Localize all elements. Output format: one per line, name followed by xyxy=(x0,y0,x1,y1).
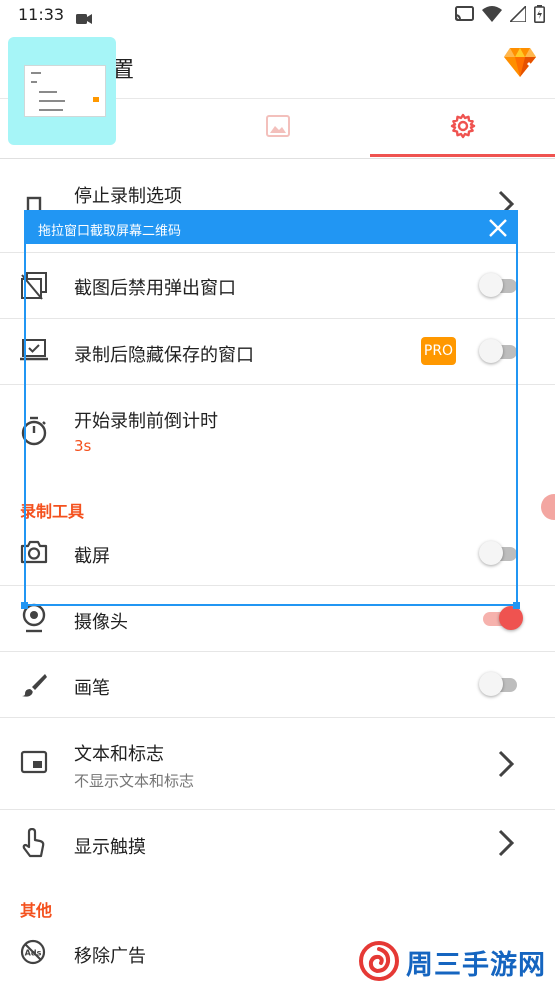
tab-settings[interactable] xyxy=(370,99,555,157)
section-header-other: 其他 xyxy=(20,901,53,920)
status-icons xyxy=(454,4,545,27)
toggle-knob xyxy=(479,541,503,565)
picture-in-picture-icon xyxy=(20,750,48,778)
wifi-icon xyxy=(482,6,502,26)
setting-camera[interactable]: 摄像头 xyxy=(0,586,555,651)
hide-window-toggle[interactable] xyxy=(479,339,521,363)
setting-subtitle: 不显示文本和标志 xyxy=(74,772,195,790)
status-bar: 11:33 xyxy=(0,0,555,32)
resize-handle-bottom-left[interactable] xyxy=(21,602,28,609)
setting-title: 停止录制选项 xyxy=(74,186,182,207)
disable-popup-toggle[interactable] xyxy=(479,273,521,297)
camera-toggle[interactable] xyxy=(479,606,523,630)
brush-toggle[interactable] xyxy=(479,672,521,696)
overlay-title-bar[interactable]: 拖拉窗口截取屏幕二维码 xyxy=(26,212,516,244)
timer-icon xyxy=(20,416,48,450)
tab-image[interactable] xyxy=(185,99,370,157)
setting-text-logo[interactable]: 文本和标志 不显示文本和标志 xyxy=(0,718,555,809)
setting-title: 移除广告 xyxy=(74,946,146,967)
thumb-line xyxy=(31,81,37,83)
screenshot-thumbnail[interactable] xyxy=(8,37,116,145)
screenshot-toggle[interactable] xyxy=(479,541,521,565)
thumb-line xyxy=(39,109,63,111)
close-icon[interactable] xyxy=(486,216,510,240)
thumbnail-preview xyxy=(24,65,106,117)
signal-icon xyxy=(508,4,527,26)
setting-title: 开始录制前倒计时 xyxy=(74,411,218,432)
image-icon xyxy=(265,115,290,141)
touch-icon xyxy=(20,827,48,862)
watermark-text: 周三手游网 xyxy=(406,950,546,981)
battery-icon xyxy=(534,5,545,27)
setting-disable-popup[interactable]: 截图后禁用弹出窗口 xyxy=(0,253,555,318)
setting-title: 文本和标志 xyxy=(74,744,164,765)
toggle-knob xyxy=(479,273,503,297)
monitor-check-icon xyxy=(20,338,48,368)
pro-badge: PRO xyxy=(421,337,456,365)
video-record-icon xyxy=(76,10,92,29)
resize-handle-bottom-right[interactable] xyxy=(513,602,520,609)
no-ads-icon: Ads xyxy=(20,939,46,969)
chevron-right-icon xyxy=(497,750,515,782)
brush-icon xyxy=(20,672,48,702)
setting-title: 截屏 xyxy=(74,546,110,567)
watermark: 周三手游网 xyxy=(356,940,555,985)
setting-hide-window[interactable]: 录制后隐藏保存的窗口 PRO xyxy=(0,319,555,384)
countdown-value: 3s xyxy=(74,437,92,455)
tab-indicator xyxy=(370,154,555,157)
no-popup-icon xyxy=(20,271,48,305)
thumb-line xyxy=(39,100,65,102)
setting-countdown[interactable]: 开始录制前倒计时 3s xyxy=(0,385,555,480)
watermark-logo-icon xyxy=(356,940,402,985)
overlay-title: 拖拉窗口截取屏幕二维码 xyxy=(38,224,182,239)
thumb-badge xyxy=(93,97,99,102)
cast-icon xyxy=(454,6,474,26)
svg-text:Ads: Ads xyxy=(25,949,42,958)
setting-brush[interactable]: 画笔 xyxy=(0,652,555,717)
setting-title: 显示触摸 xyxy=(74,837,146,858)
chevron-right-icon xyxy=(497,829,515,861)
setting-title: 摄像头 xyxy=(74,612,128,633)
toggle-knob xyxy=(499,606,523,630)
setting-title: 画笔 xyxy=(74,678,110,699)
thumb-line xyxy=(31,72,41,74)
toggle-knob xyxy=(479,672,503,696)
floating-bubble[interactable] xyxy=(541,494,555,520)
gear-icon xyxy=(450,113,476,143)
setting-title: 截图后禁用弹出窗口 xyxy=(74,278,236,299)
premium-diamond-icon[interactable] xyxy=(503,46,537,82)
status-time: 11:33 xyxy=(18,5,65,24)
setting-show-touch[interactable]: 显示触摸 xyxy=(0,810,555,877)
camera-icon xyxy=(20,540,48,568)
setting-screenshot[interactable]: 截屏 xyxy=(0,522,555,585)
toggle-knob xyxy=(479,339,503,363)
tab-divider xyxy=(0,158,555,159)
setting-title: 录制后隐藏保存的窗口 xyxy=(74,345,254,366)
thumb-line xyxy=(39,91,57,93)
section-header-tools: 录制工具 xyxy=(20,502,85,521)
